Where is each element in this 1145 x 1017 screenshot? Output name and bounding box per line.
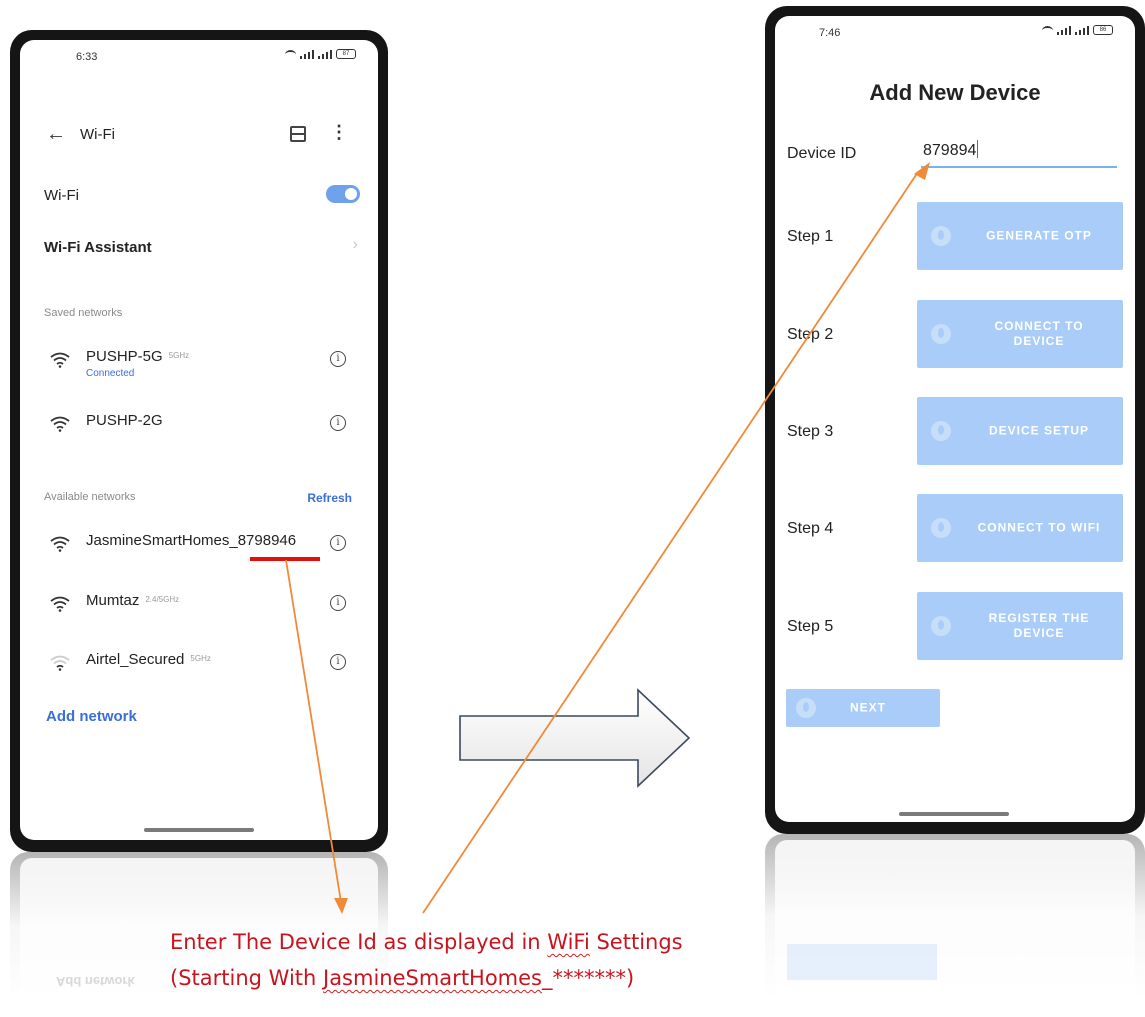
- network-name: JasmineSmartHomes_8798946: [86, 532, 297, 549]
- signal-icon: [1057, 25, 1071, 35]
- step-1-label: Step 1: [787, 228, 834, 245]
- wifi-signal-icon: [50, 416, 70, 432]
- info-icon[interactable]: i: [330, 535, 346, 551]
- status-icons: 86: [1042, 25, 1113, 35]
- battery-icon: 86: [1093, 25, 1113, 35]
- network-name: Mumtaz 2.4/5GHz: [86, 592, 180, 609]
- button-icon: [796, 698, 816, 718]
- right-phone-reflection: NEXT: [765, 834, 1145, 1017]
- info-icon[interactable]: i: [330, 595, 346, 611]
- status-bar: 6:33 87: [20, 40, 378, 68]
- network-band: 2.4/5GHz: [145, 595, 180, 604]
- network-item-mumtaz[interactable]: Mumtaz 2.4/5GHz i: [20, 590, 378, 620]
- wifi-settings-screen: 6:33 87 ← Wi-Fi ⋮ Wi-Fi Wi-Fi Assistant …: [20, 40, 378, 840]
- step-3-label: Step 3: [787, 423, 834, 440]
- network-item-airtel[interactable]: Airtel_Secured 5GHz i: [20, 649, 378, 679]
- signal-icon-2: [318, 49, 332, 59]
- button-icon: [931, 518, 951, 538]
- status-icons: 87: [285, 49, 356, 59]
- button-icon: [931, 616, 951, 636]
- back-arrow-icon[interactable]: ←: [46, 120, 66, 148]
- connect-to-wifi-button[interactable]: CONNECT TO WIFI: [917, 494, 1123, 562]
- right-reflection-text: NEXT: [853, 954, 888, 969]
- device-id-input[interactable]: 879894: [921, 138, 1117, 168]
- saved-networks-heading: Saved networks: [44, 307, 123, 319]
- add-device-screen: 7:46 86 Add New Device Device ID 879894 …: [775, 16, 1135, 822]
- connect-to-device-button[interactable]: CONNECT TO DEVICE: [917, 300, 1123, 368]
- wifi-assistant-label[interactable]: Wi-Fi Assistant: [44, 239, 152, 256]
- chevron-right-icon[interactable]: ›: [353, 236, 358, 254]
- device-id-label: Device ID: [787, 145, 857, 162]
- network-name: Airtel_Secured 5GHz: [86, 651, 211, 668]
- battery-icon: 87: [336, 49, 356, 59]
- network-item-pushp-5g[interactable]: PUSHP-5G 5GHz Connected i: [20, 346, 378, 386]
- register-device-button[interactable]: REGISTER THE DEVICE: [917, 592, 1123, 660]
- instruction-line-1: Enter The Device Id as displayed in WiFi…: [170, 930, 683, 954]
- wifi-toggle-label: Wi-Fi: [44, 187, 79, 204]
- button-icon: [931, 226, 951, 246]
- network-band: 5GHz: [190, 654, 211, 663]
- left-reflection-text: Add network: [56, 974, 135, 989]
- right-phone: 7:46 86 Add New Device Device ID 879894 …: [765, 6, 1145, 834]
- wifi-header: ← Wi-Fi ⋮: [20, 120, 378, 150]
- network-name: PUSHP-2G: [86, 412, 163, 429]
- button-icon: [931, 324, 951, 344]
- wifi-signal-icon: [50, 536, 70, 552]
- signal-icon-2: [1075, 25, 1089, 35]
- add-network-link[interactable]: Add network: [46, 708, 137, 725]
- qr-scan-icon[interactable]: [290, 126, 306, 142]
- step-5-label: Step 5: [787, 618, 834, 635]
- wifi-status-icon: [1042, 25, 1053, 35]
- next-button[interactable]: NEXT: [786, 689, 940, 727]
- refresh-link[interactable]: Refresh: [307, 491, 352, 505]
- step-2-label: Step 2: [787, 326, 834, 343]
- info-icon[interactable]: i: [330, 415, 346, 431]
- status-time: 7:46: [819, 27, 841, 39]
- status-time: 6:33: [76, 51, 98, 63]
- device-id-highlight: [250, 557, 320, 561]
- wifi-signal-icon: [50, 596, 70, 612]
- step-4-label: Step 4: [787, 520, 834, 537]
- available-networks-heading: Available networks: [44, 491, 136, 503]
- network-item-pushp-2g[interactable]: PUSHP-2G i: [20, 410, 378, 440]
- signal-icon: [300, 49, 314, 59]
- wifi-toggle[interactable]: [326, 185, 360, 203]
- device-setup-button[interactable]: DEVICE SETUP: [917, 397, 1123, 465]
- instruction-line-2: (Starting With JasmineSmartHomes_*******…: [170, 966, 635, 990]
- info-icon[interactable]: i: [330, 351, 346, 367]
- wifi-status-icon: [285, 49, 296, 59]
- info-icon[interactable]: i: [330, 654, 346, 670]
- generate-otp-button[interactable]: GENERATE OTP: [917, 202, 1123, 270]
- page-title: Add New Device: [869, 80, 1041, 105]
- wifi-weak-signal-icon: [50, 655, 70, 671]
- network-status: Connected: [86, 368, 135, 379]
- network-name: PUSHP-5G 5GHz: [86, 348, 190, 365]
- network-item-jasmine[interactable]: JasmineSmartHomes_8798946 i: [20, 530, 378, 560]
- wifi-signal-icon: [50, 352, 70, 368]
- button-icon: [931, 421, 951, 441]
- home-indicator: [899, 812, 1009, 816]
- page-title: Wi-Fi: [80, 126, 115, 143]
- left-phone: 6:33 87 ← Wi-Fi ⋮ Wi-Fi Wi-Fi Assistant …: [10, 30, 388, 852]
- block-arrow-right: [459, 688, 691, 788]
- more-options-icon[interactable]: ⋮: [330, 122, 348, 142]
- status-bar: 7:46 86: [775, 16, 1135, 44]
- network-band: 5GHz: [168, 351, 190, 360]
- home-indicator: [144, 828, 254, 832]
